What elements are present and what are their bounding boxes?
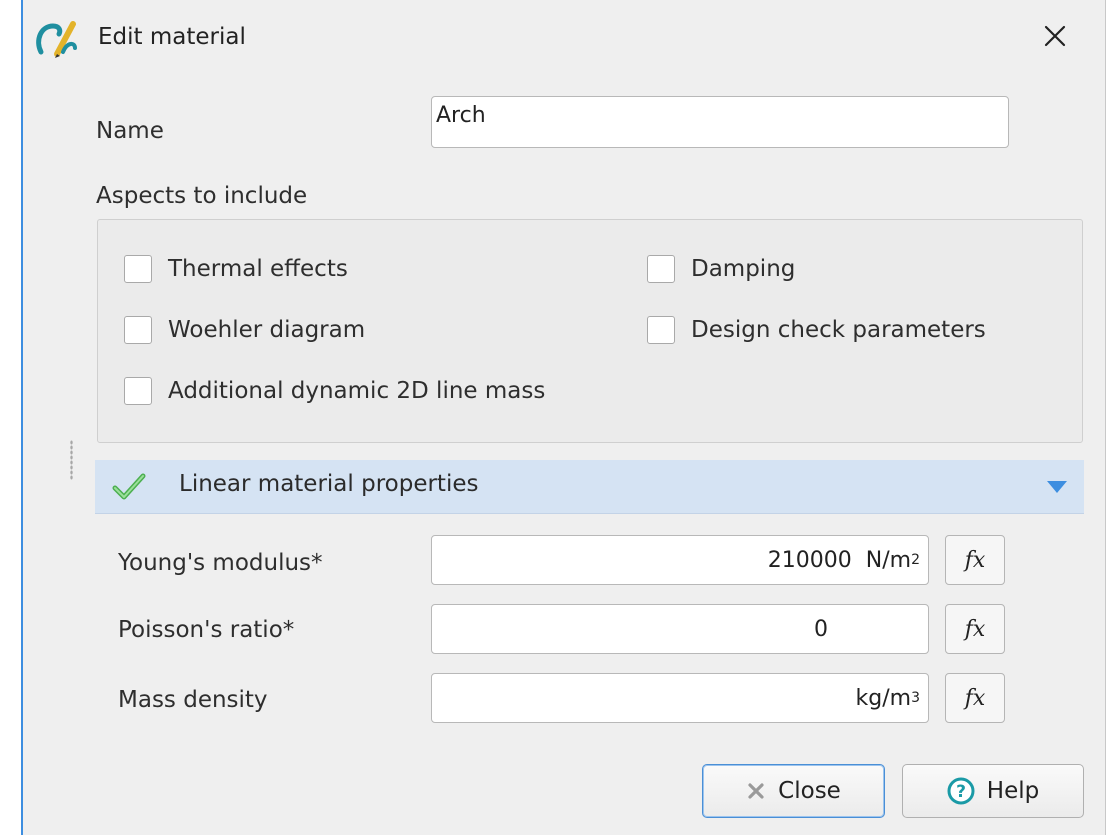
title-bar: Edit material bbox=[23, 0, 1105, 84]
youngs-modulus-input[interactable]: 210000 N/m 2 bbox=[431, 535, 929, 585]
checkbox-label: Additional dynamic 2D line mass bbox=[168, 378, 546, 404]
poissons-ratio-label: Poisson's ratio* bbox=[118, 617, 295, 643]
help-button[interactable]: ? Help bbox=[902, 764, 1084, 818]
checkbox-box[interactable] bbox=[647, 316, 675, 344]
mass-density-unit: kg/m bbox=[855, 685, 912, 711]
mass-density-input[interactable]: kg/m 3 bbox=[431, 673, 929, 723]
close-x-icon bbox=[748, 783, 764, 799]
help-button-label: Help bbox=[986, 778, 1040, 804]
woehler-diagram-checkbox[interactable]: Woehler diagram bbox=[124, 316, 365, 344]
checkbox-label: Woehler diagram bbox=[168, 317, 366, 343]
linear-material-properties-header[interactable]: Linear material properties bbox=[95, 460, 1084, 514]
mass-density-unit-exponent: 3 bbox=[911, 690, 920, 706]
additional-dynamic-2d-line-mass-checkbox[interactable]: Additional dynamic 2D line mass bbox=[124, 377, 545, 405]
app-icon bbox=[36, 21, 77, 58]
edit-material-dialog: Edit material Name Arch Aspects to inclu… bbox=[21, 0, 1106, 835]
aspects-label: Aspects to include bbox=[96, 183, 308, 209]
checkbox-box[interactable] bbox=[124, 255, 152, 283]
name-label: Name bbox=[96, 118, 164, 144]
youngs-modulus-fx-button[interactable]: fx bbox=[945, 535, 1005, 585]
close-button[interactable]: Close bbox=[702, 764, 885, 818]
checkbox-box[interactable] bbox=[124, 377, 152, 405]
splitter-grip[interactable] bbox=[70, 440, 73, 480]
checkbox-box[interactable] bbox=[124, 316, 152, 344]
svg-text:?: ? bbox=[956, 782, 966, 802]
dialog-title: Edit material bbox=[98, 24, 246, 50]
caret-down-icon[interactable] bbox=[1046, 480, 1068, 494]
youngs-modulus-value: 210000 bbox=[767, 547, 852, 573]
name-input[interactable]: Arch bbox=[431, 96, 1009, 148]
poissons-ratio-fx-button[interactable]: fx bbox=[945, 604, 1005, 654]
close-button-label: Close bbox=[778, 778, 841, 804]
youngs-modulus-unit-exponent: 2 bbox=[911, 552, 920, 568]
poissons-ratio-input[interactable]: 0 bbox=[431, 604, 929, 654]
help-icon: ? bbox=[947, 777, 975, 805]
thermal-effects-checkbox[interactable]: Thermal effects bbox=[124, 255, 348, 283]
mass-density-label: Mass density bbox=[118, 687, 268, 713]
checkbox-label: Design check parameters bbox=[691, 317, 986, 343]
checkbox-label: Damping bbox=[691, 256, 796, 282]
section-title: Linear material properties bbox=[179, 471, 479, 497]
aspects-group: Thermal effects Damping Woehler diagram … bbox=[97, 219, 1083, 443]
youngs-modulus-label: Young's modulus* bbox=[118, 550, 323, 576]
mass-density-fx-button[interactable]: fx bbox=[945, 673, 1005, 723]
damping-checkbox[interactable]: Damping bbox=[647, 255, 795, 283]
design-check-parameters-checkbox[interactable]: Design check parameters bbox=[647, 316, 986, 344]
checkbox-box[interactable] bbox=[647, 255, 675, 283]
green-check-icon bbox=[112, 473, 146, 500]
checkbox-label: Thermal effects bbox=[168, 256, 348, 282]
poissons-ratio-value: 0 bbox=[814, 616, 828, 642]
close-icon[interactable] bbox=[1035, 16, 1075, 56]
youngs-modulus-unit: N/m bbox=[865, 547, 912, 573]
